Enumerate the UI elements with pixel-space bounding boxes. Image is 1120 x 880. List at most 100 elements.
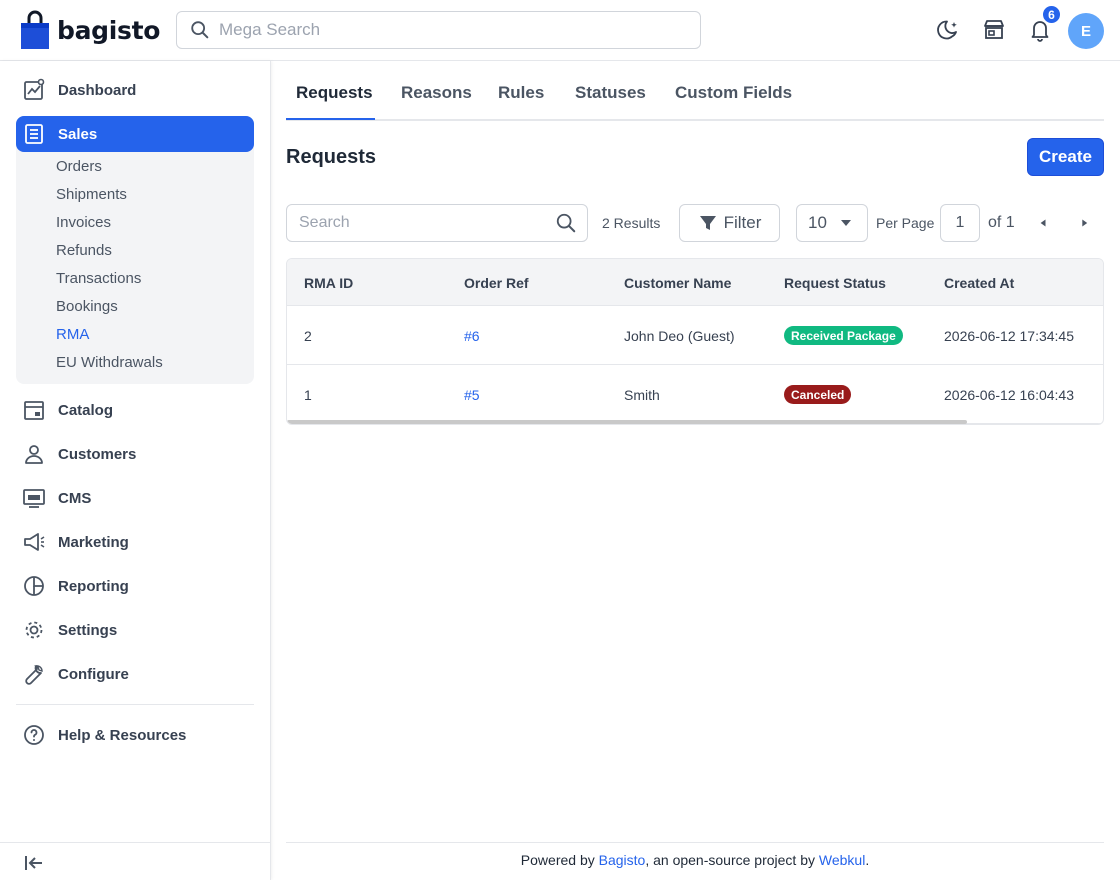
sidebar-item-label: Sales bbox=[58, 125, 98, 143]
footer-prefix: Powered by bbox=[520, 852, 599, 868]
cell-rma-id: 2 bbox=[304, 328, 312, 344]
sidebar-item-help[interactable]: Help & Resources bbox=[16, 717, 254, 753]
active-tab-indicator bbox=[286, 118, 375, 120]
datagrid-search-input[interactable] bbox=[299, 214, 555, 232]
cell-created-at: 2026-06-12 17:34:45 bbox=[944, 328, 1074, 344]
previous-page-icon[interactable] bbox=[1035, 215, 1051, 231]
column-header-request-status[interactable]: Request Status bbox=[784, 275, 886, 291]
status-badge: Canceled bbox=[784, 385, 852, 404]
sidebar-divider bbox=[16, 704, 254, 705]
page-total-label: of 1 bbox=[988, 214, 1015, 231]
table-row[interactable]: 1 #5 Smith Canceled 2026-06-12 16:04:43 bbox=[287, 365, 1103, 424]
sidebar-item-customers[interactable]: Customers bbox=[16, 436, 254, 472]
user-avatar[interactable]: E bbox=[1068, 13, 1104, 49]
pie-chart-icon bbox=[24, 576, 44, 596]
sidebar-subitem-transactions[interactable]: Transactions bbox=[56, 270, 141, 287]
sidebar-subitem-invoices[interactable]: Invoices bbox=[56, 214, 111, 231]
sidebar-item-label: Dashboard bbox=[58, 81, 137, 99]
create-button[interactable]: Create bbox=[1027, 138, 1104, 176]
cell-rma-id: 1 bbox=[304, 387, 312, 403]
sidebar-item-marketing[interactable]: Marketing bbox=[16, 524, 254, 560]
storefront-icon[interactable] bbox=[981, 17, 1007, 43]
help-circle-icon bbox=[24, 725, 44, 745]
next-page-icon[interactable] bbox=[1076, 215, 1092, 231]
collapse-sidebar-icon[interactable] bbox=[22, 851, 46, 875]
filter-label: Filter bbox=[723, 213, 762, 232]
tab-statuses[interactable]: Statuses bbox=[575, 83, 646, 103]
per-page-label: Per Page bbox=[876, 215, 935, 231]
chevron-down-icon bbox=[841, 220, 851, 226]
column-header-created-at[interactable]: Created At bbox=[944, 275, 1014, 291]
horizontal-scrollbar[interactable] bbox=[287, 420, 967, 424]
search-icon[interactable] bbox=[555, 212, 577, 234]
sidebar-item-cms[interactable]: CMS bbox=[16, 480, 254, 516]
datagrid-search-box[interactable] bbox=[286, 204, 588, 242]
sidebar-subitem-shipments[interactable]: Shipments bbox=[56, 186, 127, 203]
sidebar-subitem-eu-withdrawals[interactable]: EU Withdrawals bbox=[56, 354, 163, 371]
rma-tabs: Requests Reasons Rules Statuses Custom F… bbox=[286, 61, 1104, 121]
sidebar-item-dashboard[interactable]: Dashboard bbox=[16, 72, 254, 108]
tab-custom-fields[interactable]: Custom Fields bbox=[675, 83, 792, 103]
footer-suffix: . bbox=[865, 852, 870, 868]
top-header: bagisto 6 E bbox=[0, 0, 1120, 61]
sales-icon bbox=[25, 124, 43, 144]
footer-middle: , an open-source project by bbox=[645, 852, 819, 868]
sidebar-item-label: Help & Resources bbox=[58, 726, 187, 744]
sidebar-item-label: CMS bbox=[58, 489, 92, 507]
cell-customer-name: Smith bbox=[624, 387, 660, 403]
sidebar-item-reporting[interactable]: Reporting bbox=[16, 568, 254, 604]
sidebar-subitem-refunds[interactable]: Refunds bbox=[56, 242, 112, 259]
cell-customer-name: John Deo (Guest) bbox=[624, 328, 735, 344]
sidebar-subitem-rma[interactable]: RMA bbox=[56, 326, 89, 343]
cms-icon bbox=[23, 489, 45, 508]
moon-icon[interactable] bbox=[935, 17, 961, 43]
order-ref-link[interactable]: #5 bbox=[464, 387, 480, 403]
notification-count-badge: 6 bbox=[1041, 4, 1062, 25]
tab-requests[interactable]: Requests bbox=[296, 83, 373, 103]
sidebar-item-label: Settings bbox=[58, 621, 118, 639]
bagisto-link[interactable]: Bagisto bbox=[599, 852, 646, 868]
webkul-link[interactable]: Webkul bbox=[819, 852, 865, 868]
page-number-input[interactable] bbox=[940, 204, 980, 242]
wrench-icon bbox=[25, 665, 43, 685]
mega-search-input[interactable] bbox=[219, 20, 679, 40]
sidebar-item-settings[interactable]: Settings bbox=[16, 612, 254, 648]
brand-name: bagisto bbox=[57, 15, 161, 45]
column-header-order-ref[interactable]: Order Ref bbox=[464, 275, 529, 291]
page-title: Requests bbox=[286, 146, 377, 168]
sidebar: Dashboard Sales Orders Shipments Invoice… bbox=[0, 61, 271, 880]
tab-reasons[interactable]: Reasons bbox=[401, 83, 472, 103]
order-ref-link[interactable]: #6 bbox=[464, 328, 480, 344]
sidebar-footer-divider bbox=[0, 842, 270, 843]
sales-submenu-panel bbox=[16, 116, 254, 384]
per-page-select[interactable]: 10 bbox=[796, 204, 868, 242]
funnel-icon bbox=[699, 216, 716, 230]
results-count: 2 Results bbox=[602, 215, 661, 231]
sidebar-item-label: Reporting bbox=[58, 577, 129, 595]
filter-button[interactable]: Filter bbox=[679, 204, 780, 242]
sidebar-item-label: Configure bbox=[58, 665, 129, 683]
brand-logo[interactable]: bagisto bbox=[20, 10, 160, 50]
status-badge: Received Package bbox=[784, 326, 903, 345]
sidebar-item-label: Customers bbox=[58, 445, 137, 463]
sidebar-item-catalog[interactable]: Catalog bbox=[16, 392, 254, 428]
catalog-icon bbox=[24, 401, 44, 420]
per-page-value: 10 bbox=[808, 213, 827, 232]
cell-created-at: 2026-06-12 16:04:43 bbox=[944, 387, 1074, 403]
customers-icon bbox=[25, 445, 43, 464]
mega-search-box[interactable] bbox=[176, 11, 701, 49]
sidebar-subitem-bookings[interactable]: Bookings bbox=[56, 298, 118, 315]
table-header: RMA ID Order Ref Customer Name Request S… bbox=[287, 259, 1103, 306]
tab-rules[interactable]: Rules bbox=[498, 83, 544, 103]
table-row[interactable]: 2 #6 John Deo (Guest) Received Package 2… bbox=[287, 306, 1103, 365]
sidebar-item-label: Catalog bbox=[58, 401, 114, 419]
shopping-bag-icon bbox=[21, 10, 49, 49]
sidebar-subitem-orders[interactable]: Orders bbox=[56, 158, 102, 175]
column-header-customer-name[interactable]: Customer Name bbox=[624, 275, 731, 291]
column-header-rma-id[interactable]: RMA ID bbox=[304, 275, 353, 291]
sidebar-item-configure[interactable]: Configure bbox=[16, 656, 254, 692]
sidebar-item-sales[interactable]: Sales bbox=[16, 116, 254, 152]
requests-table: RMA ID Order Ref Customer Name Request S… bbox=[286, 258, 1104, 425]
gear-icon bbox=[25, 621, 43, 639]
sidebar-item-label: Marketing bbox=[58, 533, 129, 551]
